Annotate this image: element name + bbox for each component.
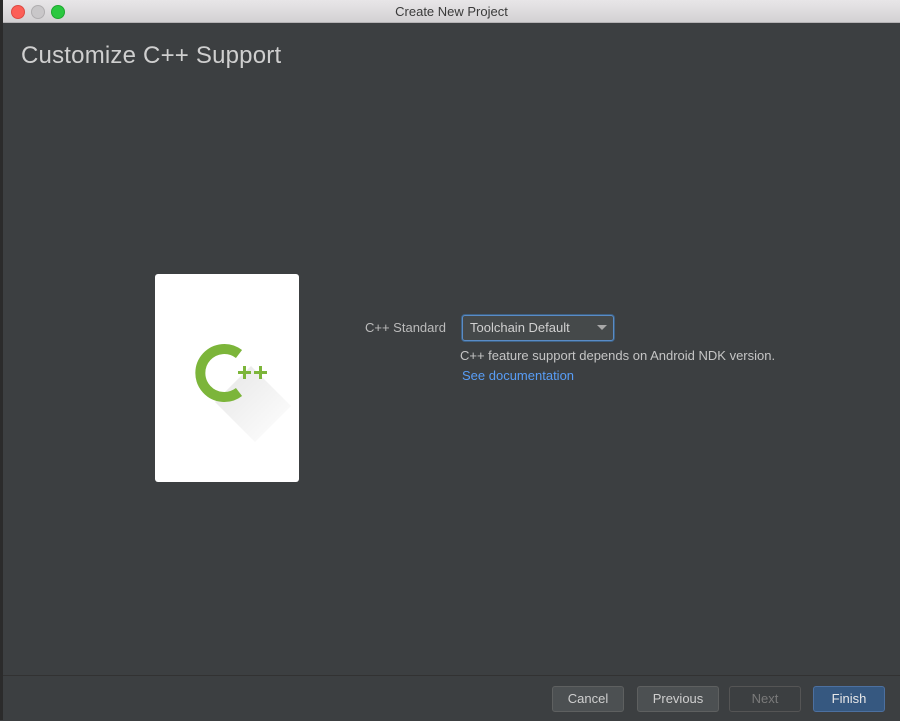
cancel-button[interactable]: Cancel (552, 686, 624, 712)
chevron-down-icon (597, 325, 607, 330)
see-documentation-link[interactable]: See documentation (462, 368, 574, 383)
create-project-dialog: Create New Project Customize C++ Support… (3, 0, 900, 721)
cpp-standard-dropdown[interactable]: Toolchain Default (462, 315, 614, 341)
ndk-hint-text: C++ feature support depends on Android N… (460, 348, 776, 363)
previous-button[interactable]: Previous (637, 686, 719, 712)
window-title: Create New Project (395, 4, 508, 19)
cpp-illustration-card (155, 274, 299, 482)
title-bar: Create New Project (3, 0, 900, 23)
cpp-logo-icon (195, 344, 291, 442)
finish-button[interactable]: Finish (813, 686, 885, 712)
cpp-standard-value: Toolchain Default (470, 320, 570, 335)
cpp-standard-label: C++ Standard (365, 320, 446, 335)
next-button[interactable]: Next (729, 686, 801, 712)
page-title: Customize C++ Support (21, 42, 282, 69)
